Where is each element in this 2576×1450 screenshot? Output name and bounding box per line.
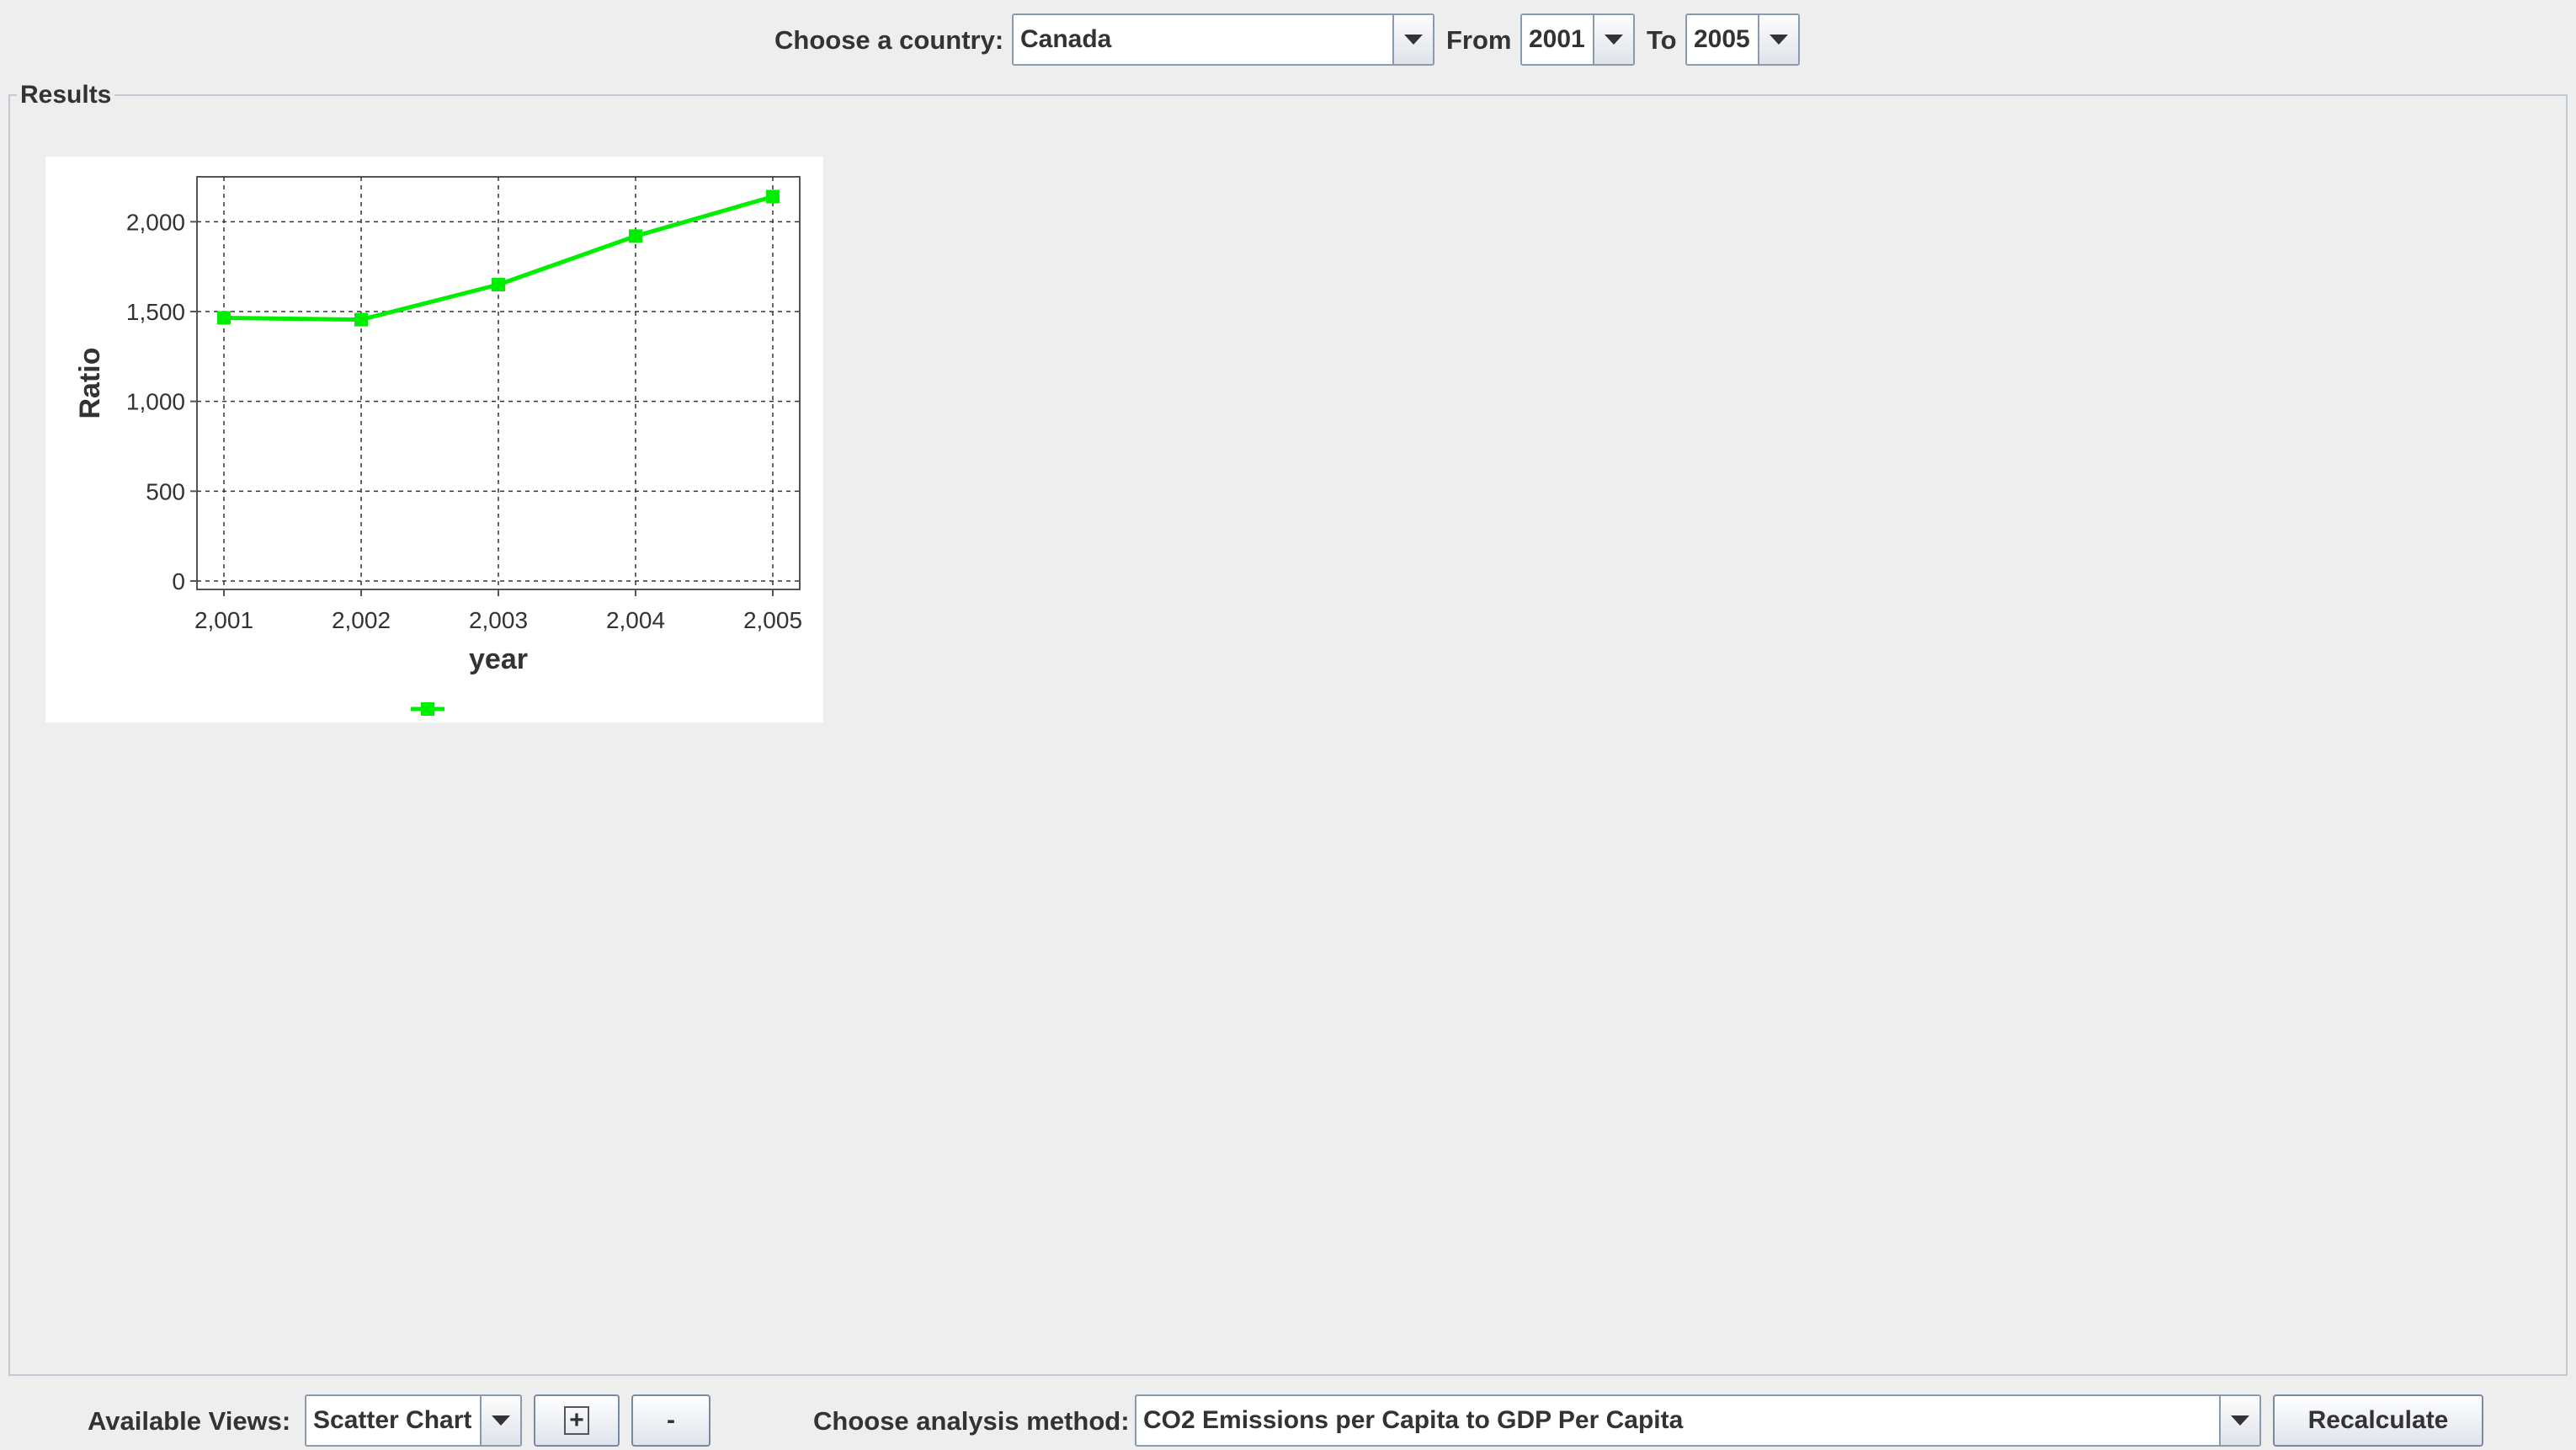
line-chart: 0 500 1,000 1,500 2,000 2,001 2,002 2,003 2,004 2… xyxy=(74,176,802,716)
to-label: To xyxy=(1647,25,1677,55)
y-tick-label: 2,000 xyxy=(126,209,185,235)
legend-point-marker xyxy=(421,702,434,716)
recalculate-button[interactable]: Recalculate xyxy=(2273,1394,2483,1447)
x-tick-label: 2,001 xyxy=(194,607,253,633)
method-select[interactable]: CO2 Emissions per Capita to GDP Per Capi… xyxy=(1135,1394,2261,1447)
chevron-down-icon[interactable] xyxy=(1758,15,1798,64)
views-select[interactable]: Scatter Chart xyxy=(305,1394,522,1447)
results-title: Results xyxy=(17,81,115,109)
method-select-value: CO2 Emissions per Capita to GDP Per Capi… xyxy=(1143,1406,1684,1434)
x-tick-label: 2,005 xyxy=(743,607,802,633)
x-tick-label: 2,004 xyxy=(606,607,665,633)
from-year-select[interactable]: 2001 xyxy=(1520,13,1635,66)
to-year-select[interactable]: 2005 xyxy=(1685,13,1800,66)
from-year-value: 2001 xyxy=(1529,25,1585,53)
data-point xyxy=(629,229,642,243)
to-year-value: 2005 xyxy=(1694,25,1750,53)
add-view-label: + xyxy=(564,1406,589,1435)
chevron-down-icon[interactable] xyxy=(1392,15,1433,64)
y-tick-label: 1,500 xyxy=(126,299,185,325)
chevron-down-icon[interactable] xyxy=(2219,1396,2259,1445)
y-tick-label: 500 xyxy=(146,478,185,504)
x-tick-label: 2,002 xyxy=(332,607,391,633)
recalculate-label: Recalculate xyxy=(2307,1406,2449,1434)
add-view-button[interactable]: + xyxy=(534,1394,620,1447)
chart-panel: 0 500 1,000 1,500 2,000 2,001 2,002 2,003 2,004 2… xyxy=(45,157,823,722)
y-axis-label: Ratio xyxy=(74,348,106,419)
data-point xyxy=(354,312,368,327)
y-tick-label: 1,000 xyxy=(126,389,185,415)
chevron-down-icon[interactable] xyxy=(1593,15,1633,64)
chevron-down-icon[interactable] xyxy=(480,1396,520,1445)
data-point xyxy=(217,311,231,325)
y-tick-label: 0 xyxy=(172,568,185,594)
data-point xyxy=(766,189,780,204)
x-tick-label: 2,003 xyxy=(469,607,528,633)
from-label: From xyxy=(1446,25,1512,55)
method-label: Choose analysis method: xyxy=(813,1406,1130,1436)
data-point xyxy=(492,278,505,291)
country-select-value: Canada xyxy=(1020,25,1112,53)
views-select-value: Scatter Chart xyxy=(313,1406,472,1434)
remove-view-button[interactable]: - xyxy=(631,1394,711,1447)
x-axis-label: year xyxy=(469,643,528,675)
remove-view-label: - xyxy=(667,1406,675,1434)
views-label: Available Views: xyxy=(88,1406,291,1436)
country-label: Choose a country: xyxy=(774,25,1004,55)
country-select[interactable]: Canada xyxy=(1012,13,1434,66)
